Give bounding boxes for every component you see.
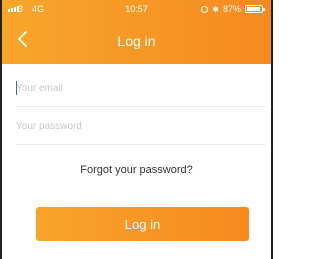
text-caret bbox=[16, 81, 17, 95]
password-input[interactable] bbox=[16, 108, 266, 144]
battery-icon bbox=[245, 5, 265, 13]
page-title: Log in bbox=[117, 33, 156, 49]
app-screen: 3 4G 10:57 ✱ 87% Log in Forgot your pass bbox=[0, 0, 273, 259]
battery-percent: 87% bbox=[222, 4, 241, 14]
status-bar: 3 4G 10:57 ✱ 87% bbox=[2, 0, 271, 20]
password-field[interactable] bbox=[16, 108, 266, 145]
email-input[interactable] bbox=[16, 70, 266, 106]
email-field[interactable] bbox=[16, 70, 266, 107]
nav-bar: Log in bbox=[2, 20, 271, 64]
status-right: ✱ 87% bbox=[201, 4, 265, 14]
header: 3 4G 10:57 ✱ 87% Log in bbox=[2, 0, 271, 64]
bluetooth-icon: ✱ bbox=[212, 4, 219, 14]
forgot-password-link[interactable]: Forgot your password? bbox=[2, 164, 271, 176]
alarm-icon bbox=[201, 5, 209, 13]
login-button[interactable]: Log in bbox=[36, 207, 249, 241]
